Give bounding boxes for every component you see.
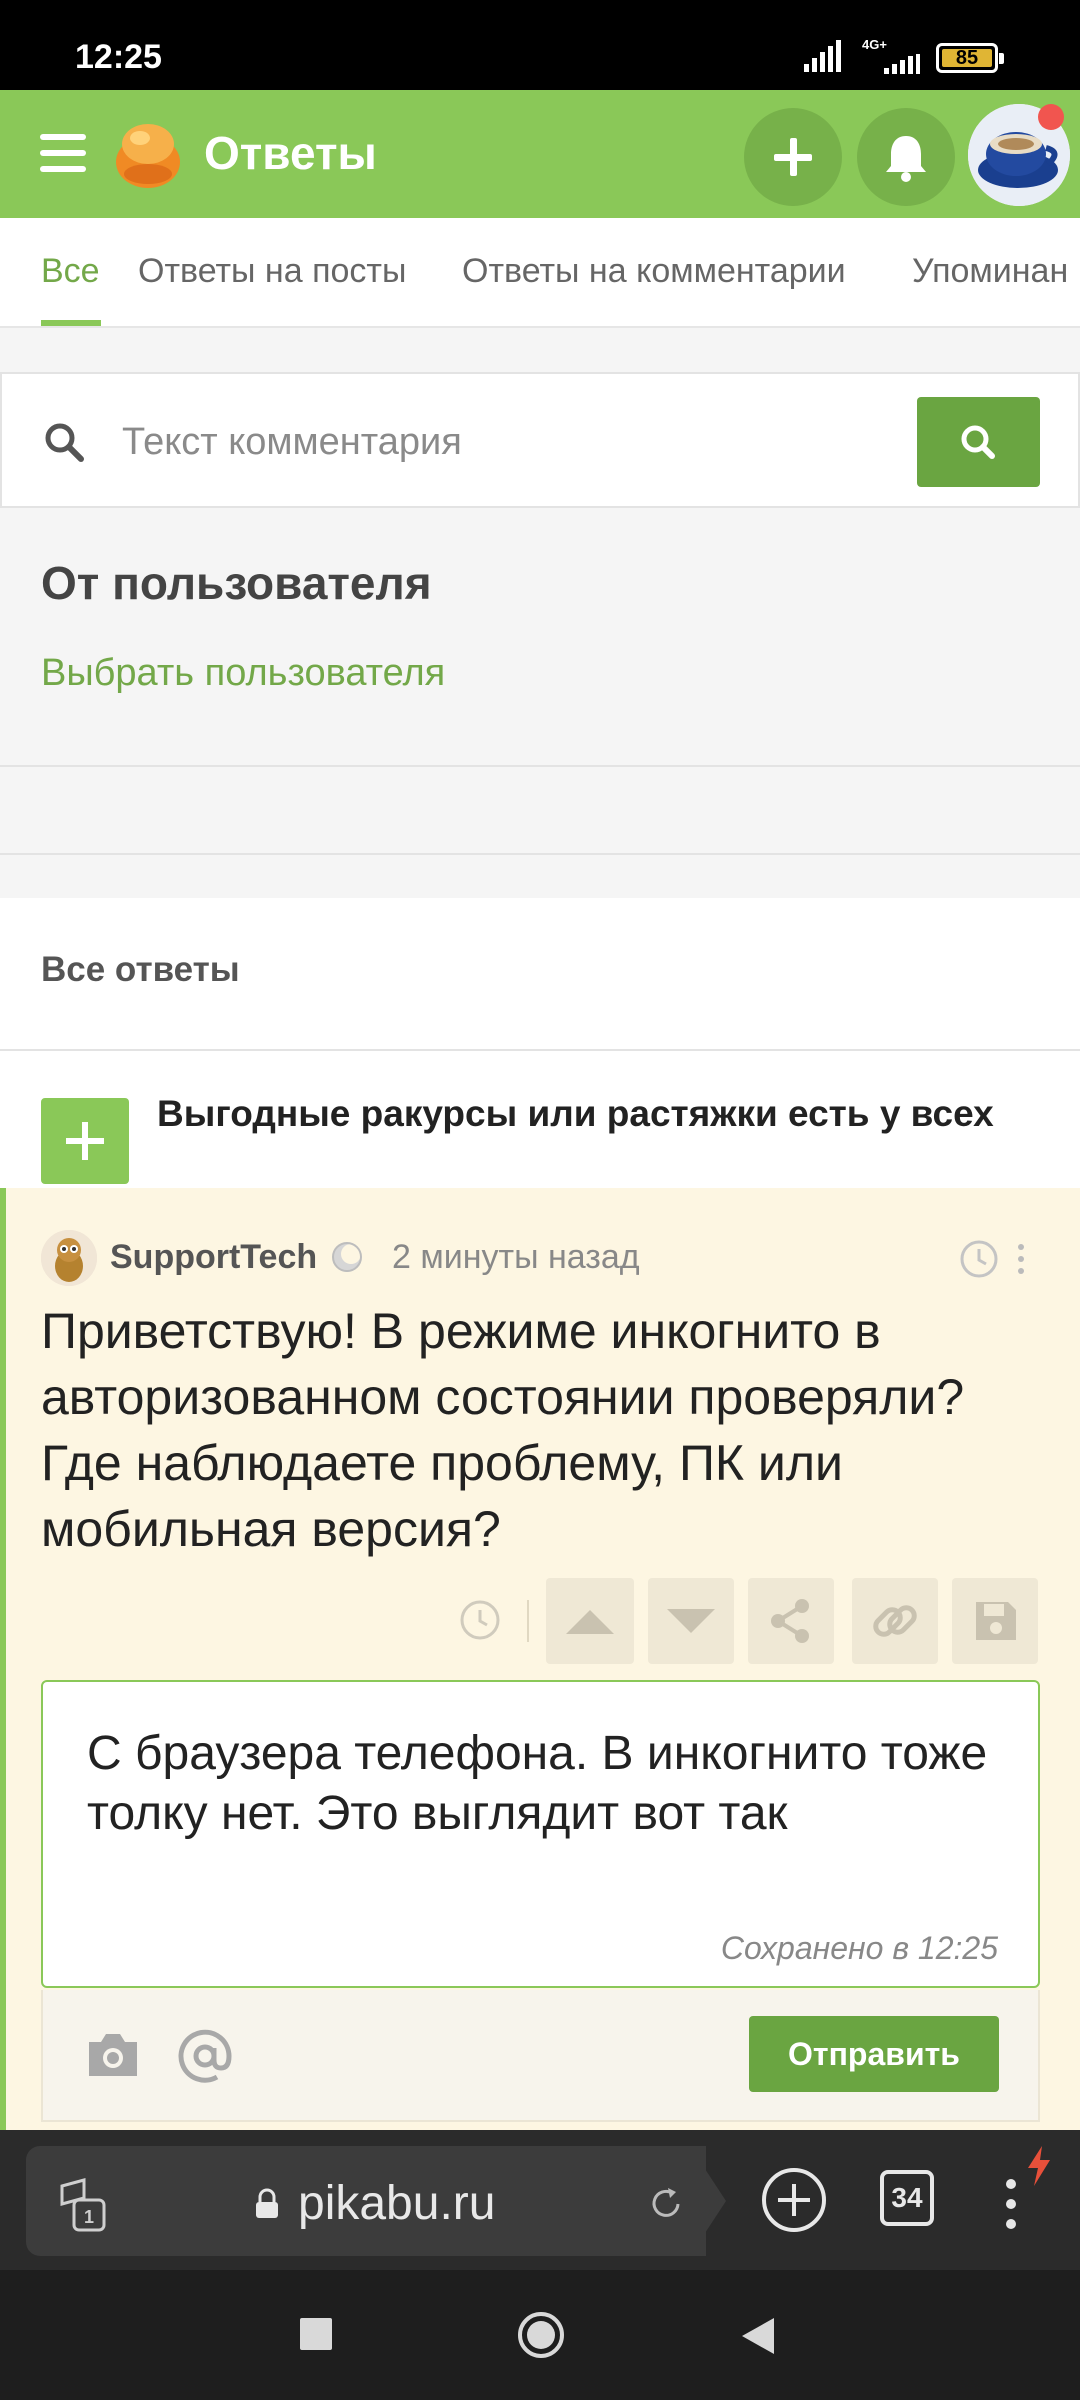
add-post-button[interactable] xyxy=(744,108,842,206)
status-bar: 12:25 4G+ 85 xyxy=(0,0,1080,90)
app-header: Ответы xyxy=(0,90,1080,218)
pikabu-logo[interactable] xyxy=(110,116,186,192)
link-icon xyxy=(873,1605,917,1637)
signal-icon xyxy=(804,40,841,72)
search-input[interactable] xyxy=(122,410,882,474)
comment-search xyxy=(0,372,1080,508)
address-bar-arrow xyxy=(690,2146,726,2256)
notification-dot xyxy=(1038,104,1064,130)
status-time: 12:25 xyxy=(75,38,162,76)
choose-user-link[interactable]: Выбрать пользователя xyxy=(41,652,445,695)
notifications-button[interactable] xyxy=(857,108,955,206)
tab-switcher-icon[interactable]: 1 xyxy=(54,2176,114,2236)
tab-post-replies[interactable]: Ответы на посты xyxy=(138,252,406,291)
tab-comment-replies[interactable]: Ответы на комментарии xyxy=(462,252,846,291)
reply-editor[interactable]: С браузера телефона. В инкогнито тоже то… xyxy=(41,1680,1040,1988)
avatar[interactable] xyxy=(41,1230,97,1286)
battery-icon: 85 xyxy=(936,43,1004,73)
send-button[interactable]: Отправить xyxy=(749,2016,999,2092)
system-navigation-bar xyxy=(0,2270,1080,2400)
address-bar[interactable]: 1 pikabu.ru xyxy=(26,2146,706,2256)
reply-toolbar: Отправить xyxy=(41,1990,1040,2122)
plus-icon xyxy=(66,1122,104,1160)
divider xyxy=(0,853,1080,855)
active-tab-indicator xyxy=(41,320,101,326)
comment-time: 2 минуты назад xyxy=(392,1238,640,1276)
from-user-heading: От пользователя xyxy=(41,557,432,609)
divider xyxy=(0,765,1080,767)
search-button-icon xyxy=(961,425,995,459)
upvote-button[interactable] xyxy=(546,1578,634,1664)
comment-text: Приветствую! В режиме инкогнито в автори… xyxy=(41,1303,965,1557)
recent-apps-button[interactable] xyxy=(300,2318,332,2350)
home-button[interactable] xyxy=(516,2310,566,2360)
camera-icon[interactable] xyxy=(85,2030,141,2080)
search-icon xyxy=(45,423,84,462)
page-title: Ответы xyxy=(204,127,377,179)
user-badge-icon xyxy=(332,1242,362,1272)
all-answers-heading: Все ответы xyxy=(41,950,240,989)
tab-all[interactable]: Все xyxy=(41,252,100,291)
arrow-down-icon xyxy=(667,1609,715,1633)
more-options-icon[interactable] xyxy=(1014,1242,1028,1276)
share-icon xyxy=(771,1599,809,1643)
back-button[interactable] xyxy=(740,2316,776,2356)
save-button[interactable] xyxy=(952,1578,1038,1664)
comment-clock-icon[interactable] xyxy=(458,1598,502,1642)
reload-icon[interactable] xyxy=(646,2184,686,2224)
tab-count-button[interactable]: 34 xyxy=(880,2170,934,2226)
arrow-up-icon xyxy=(566,1610,614,1634)
plus-icon xyxy=(774,138,812,176)
search-button[interactable] xyxy=(917,397,1040,487)
small-tab-badge: 1 xyxy=(84,2207,94,2227)
mention-icon[interactable] xyxy=(177,2028,233,2084)
menu-icon[interactable] xyxy=(40,134,86,174)
browser-menu-icon[interactable] xyxy=(1004,2176,1018,2232)
copy-link-button[interactable] xyxy=(852,1578,938,1664)
clock-icon[interactable] xyxy=(958,1238,1000,1280)
battery-level: 85 xyxy=(942,48,992,68)
saved-status: Сохранено в 12:25 xyxy=(720,1930,998,1966)
lightning-icon xyxy=(1028,2146,1050,2186)
downvote-button[interactable] xyxy=(648,1578,734,1664)
action-separator xyxy=(527,1600,529,1642)
url-text[interactable]: pikabu.ru xyxy=(298,2176,495,2231)
tab-mentions[interactable]: Упоминан xyxy=(912,252,1068,291)
network-type: 4G+ xyxy=(862,37,887,52)
share-button[interactable] xyxy=(748,1578,834,1664)
post-title[interactable]: Выгодные ракурсы или растяжки есть у все… xyxy=(157,1090,1037,1138)
floppy-disk-icon xyxy=(976,1602,1016,1640)
new-tab-icon[interactable] xyxy=(758,2164,830,2236)
signal-2-icon xyxy=(884,54,920,74)
owl-avatar-icon xyxy=(41,1230,97,1286)
bell-icon xyxy=(886,136,926,182)
tabs-bar: Все Ответы на посты Ответы на комментари… xyxy=(0,218,1080,328)
browser-toolbar: 1 pikabu.ru 34 xyxy=(0,2130,1080,2270)
reply-text[interactable]: С браузера телефона. В инкогнито тоже то… xyxy=(87,1724,1007,1844)
lock-icon xyxy=(256,2188,278,2218)
expand-post-button[interactable] xyxy=(41,1098,129,1184)
comment-author[interactable]: SupportTech xyxy=(110,1238,317,1277)
